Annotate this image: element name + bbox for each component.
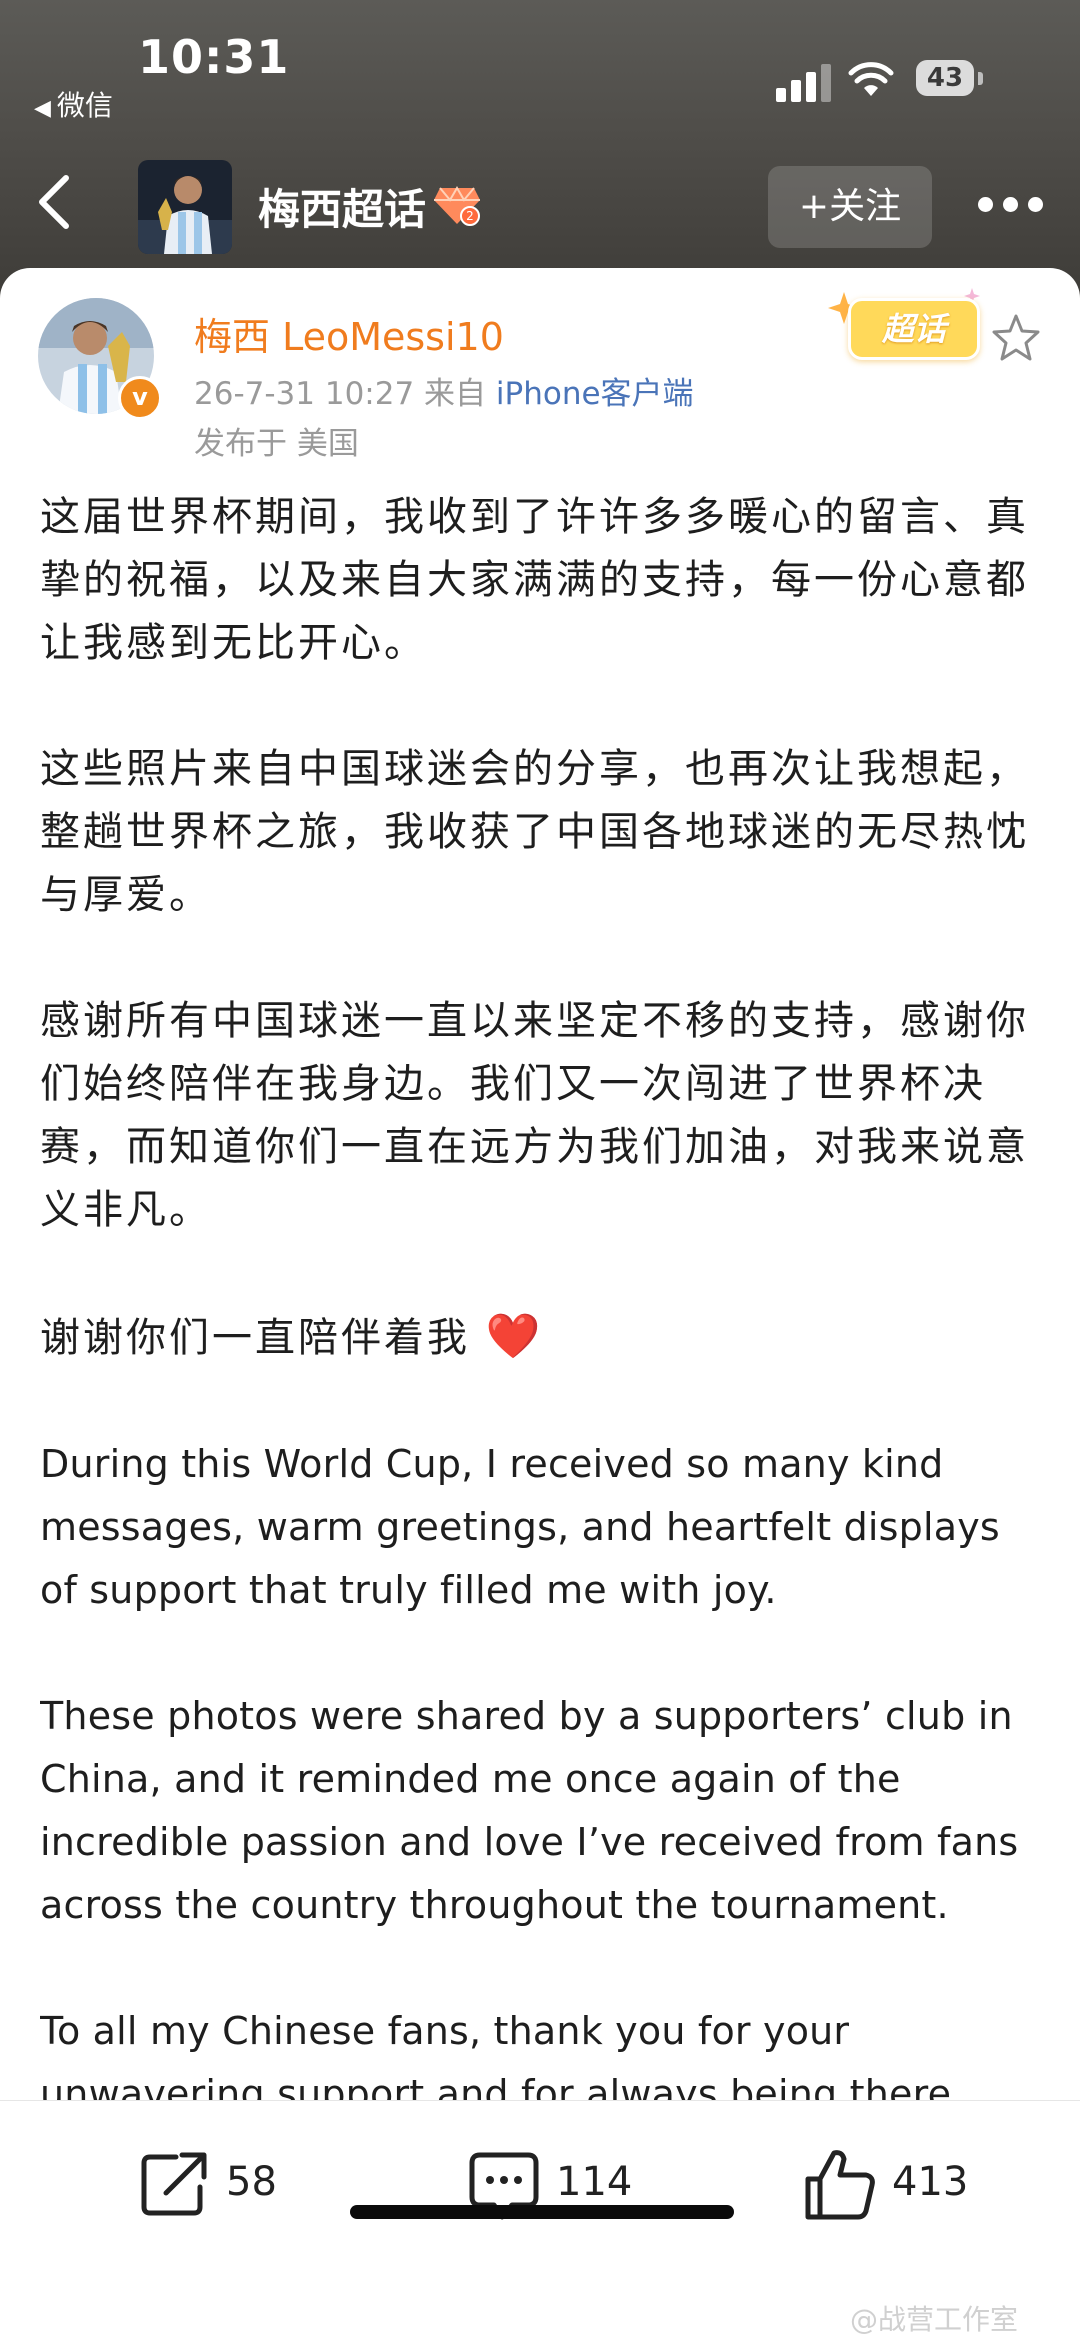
post-source-prefix: 来自 — [424, 376, 487, 412]
status-bar: 10:31 ◀ 微信 43 — [0, 0, 1080, 140]
home-indicator[interactable] — [350, 2205, 734, 2219]
super-topic-badge[interactable]: 超话 — [826, 286, 986, 366]
svg-text:2: 2 — [466, 209, 474, 223]
repost-icon — [141, 2152, 207, 2216]
post-meta: 26-7-31 10:27 来自 iPhone客户端 — [194, 368, 694, 413]
more-options-icon[interactable] — [978, 194, 1044, 216]
battery-indicator: 43 — [916, 60, 974, 96]
post-location: 发布于 美国 — [194, 426, 359, 462]
author-name[interactable]: 梅西 LeoMessi10 — [194, 306, 504, 361]
post-paragraph: 感谢所有中国球迷一直以来坚定不移的支持，感谢你们始终陪伴在我身边。我们又一次闯进… — [40, 998, 1029, 1233]
verified-badge-icon: v — [118, 376, 162, 420]
post-card: v 梅西 LeoMessi10 26-7-31 10:27 来自 iPhone客… — [0, 268, 1080, 2341]
follow-button[interactable]: +关注 — [768, 166, 932, 248]
repost-button[interactable]: 58 — [136, 2145, 296, 2225]
comment-count: 114 — [556, 2159, 633, 2205]
post-paragraph: 这届世界杯期间，我收到了许许多多暖心的留言、真挚的祝福，以及来自大家满满的支持，… — [40, 494, 1029, 666]
repost-count: 58 — [226, 2159, 277, 2205]
post-date: 26-7-31 10:27 — [194, 376, 415, 412]
status-time: 10:31 — [138, 30, 290, 84]
heart-emoji-icon: ❤️ — [485, 1311, 544, 1362]
header-background: 10:31 ◀ 微信 43 梅西超话 2 +关注 — [0, 0, 1080, 300]
post-paragraph: During this World Cup, I received so man… — [40, 1442, 1000, 1612]
post-body: 这届世界杯期间，我收到了许许多多暖心的留言、真挚的祝福，以及来自大家满满的支持，… — [40, 486, 1040, 2341]
like-count: 413 — [892, 2159, 969, 2205]
post-paragraph: These photos were shared by a supporters… — [40, 1694, 1019, 1927]
topic-avatar[interactable] — [138, 160, 232, 254]
back-arrow-icon[interactable] — [28, 172, 84, 232]
thumbs-up-icon — [805, 2150, 875, 2220]
back-app-label: 微信 — [56, 89, 113, 122]
back-triangle-icon: ◀ — [34, 96, 51, 121]
watermark: @战营工作室 — [850, 2303, 1019, 2336]
super-topic-label: 超话 — [848, 298, 980, 360]
wifi-icon — [848, 62, 894, 96]
post-paragraph-thanks: 谢谢你们一直陪伴着我 ❤️ — [40, 1305, 1040, 1370]
post-client-link[interactable]: iPhone客户端 — [496, 376, 694, 412]
nav-bar: 梅西超话 2 +关注 — [0, 150, 1080, 260]
gem-level-icon: 2 — [434, 186, 480, 226]
screen: 10:31 ◀ 微信 43 梅西超话 2 +关注 v 梅西 LeoMessi10… — [0, 0, 1080, 2341]
post-paragraph: 这些照片来自中国球迷会的分享，也再次让我想起，整趟世界杯之旅，我收获了中国各地球… — [40, 746, 1029, 918]
cellular-signal-icon — [776, 62, 832, 102]
like-button[interactable]: 413 — [802, 2145, 982, 2225]
nav-title: 梅西超话 — [258, 185, 427, 234]
battery-tip — [978, 72, 983, 85]
star-icon[interactable] — [990, 312, 1042, 364]
thanks-text: 谢谢你们一直陪伴着我 — [40, 1315, 470, 1361]
back-to-app-link[interactable]: ◀ 微信 — [34, 84, 113, 124]
